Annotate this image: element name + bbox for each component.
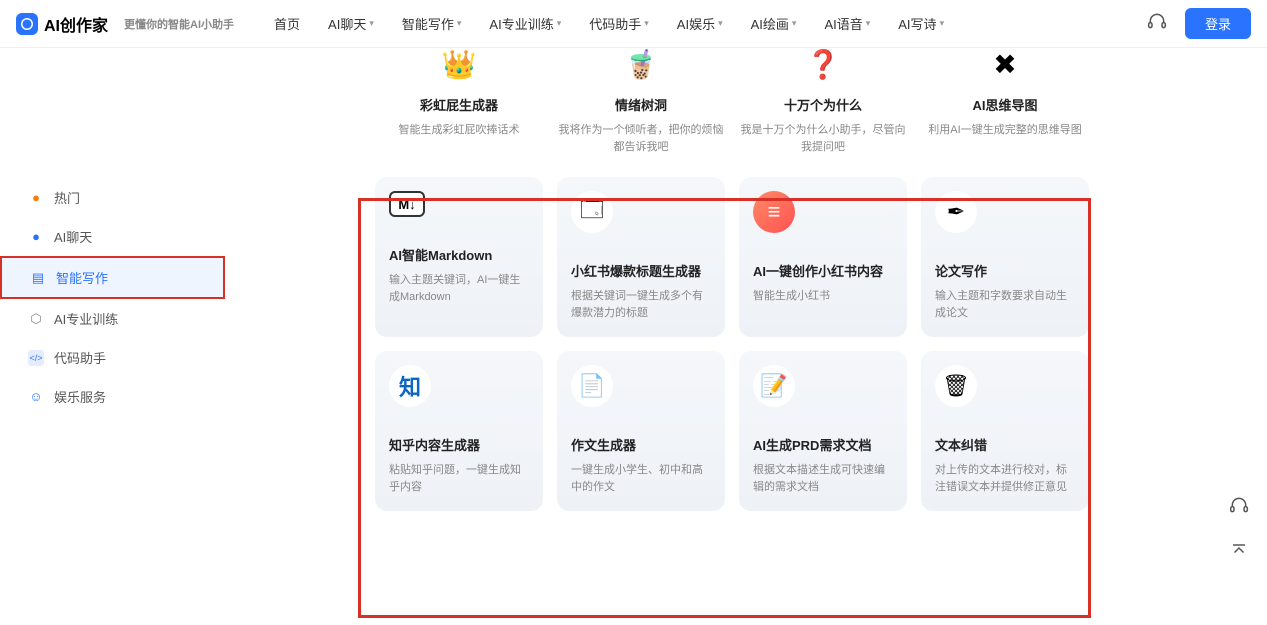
- float-buttons: [1225, 491, 1253, 565]
- sidebar-item-code[interactable]: </>代码助手: [0, 338, 225, 377]
- nav-writing[interactable]: 智能写作▾: [402, 14, 462, 33]
- card-redbook-content[interactable]: ≡ AI一键创作小红书内容 智能生成小红书: [739, 177, 907, 337]
- pen-icon: ✒: [935, 191, 977, 233]
- markdown-icon: M↓: [389, 191, 425, 217]
- smile-icon: ☺: [28, 389, 44, 405]
- nav-home[interactable]: 首页: [274, 14, 300, 33]
- top-partial-row: 👑 彩虹屁生成器 智能生成彩虹屁吹捧话术 🧋 情绪树洞 我将作为一个倾听者，把你…: [235, 48, 1257, 155]
- card-why[interactable]: ❓ 十万个为什么 我是十万个为什么小助手，尽管向我提问吧: [739, 48, 907, 155]
- card-correction[interactable]: 🗑 文本纠错 对上传的文本进行校对，标注错误文本并提供修正意见: [921, 351, 1089, 511]
- sidebar-item-hot[interactable]: ●热门: [0, 178, 225, 217]
- sidebar-item-entertain[interactable]: ☺娱乐服务: [0, 377, 225, 416]
- login-button[interactable]: 登录: [1185, 8, 1251, 39]
- card-rainbow[interactable]: 👑 彩虹屁生成器 智能生成彩虹屁吹捧话术: [375, 48, 543, 155]
- cup-icon: 🧋: [557, 48, 725, 81]
- sidebar-item-training[interactable]: ⬡AI专业训练: [0, 299, 225, 338]
- zhihu-icon: 知: [389, 365, 431, 407]
- logo-icon: [16, 13, 38, 35]
- chevron-down-icon: ▾: [369, 18, 374, 29]
- fire-icon: ●: [28, 190, 44, 206]
- chevron-down-icon: ▾: [866, 18, 871, 29]
- brand-name: AI创作家: [44, 12, 108, 36]
- nav-poetry[interactable]: AI写诗▾: [898, 14, 944, 33]
- nav-entertain[interactable]: AI娱乐▾: [677, 14, 723, 33]
- card-prd[interactable]: 📝 AI生成PRD需求文档 根据文本描述生成可快速编辑的需求文档: [739, 351, 907, 511]
- mindmap-icon: ✖: [921, 48, 1089, 81]
- support-float-button[interactable]: [1225, 491, 1253, 519]
- nav-voice[interactable]: AI语音▾: [824, 14, 870, 33]
- logo[interactable]: AI创作家 更懂你的智能AI小助手: [16, 12, 234, 36]
- brand-slogan: 更懂你的智能AI小助手: [124, 16, 234, 32]
- sidebar: ●热门 ●AI聊天 ▤智能写作 ⬡AI专业训练 </>代码助手 ☺娱乐服务: [0, 48, 225, 625]
- error-doc-icon: 🗑: [935, 365, 977, 407]
- top-nav: 首页 AI聊天▾ 智能写作▾ AI专业训练▾ 代码助手▾ AI娱乐▾ AI绘画▾…: [274, 14, 944, 33]
- window-icon: 🗔: [571, 191, 613, 233]
- card-essay[interactable]: 📄 作文生成器 一键生成小学生、初中和高中的作文: [557, 351, 725, 511]
- writing-grid: M↓ AI智能Markdown 输入主题关键词，AI一键生成Markdown 🗔…: [235, 177, 1257, 511]
- rainbow-icon: 👑: [375, 48, 543, 81]
- card-redbook-title[interactable]: 🗔 小红书爆款标题生成器 根据关键词一键生成多个有爆款潜力的标题: [557, 177, 725, 337]
- book-icon: ≡: [753, 191, 795, 233]
- card-zhihu[interactable]: 知 知乎内容生成器 粘贴知乎问题，一键生成知乎内容: [375, 351, 543, 511]
- question-icon: ❓: [739, 48, 907, 81]
- chevron-down-icon: ▾: [792, 18, 797, 29]
- nav-training[interactable]: AI专业训练▾: [489, 14, 561, 33]
- card-emotion[interactable]: 🧋 情绪树洞 我将作为一个倾听者，把你的烦恼都告诉我吧: [557, 48, 725, 155]
- main: ●热门 ●AI聊天 ▤智能写作 ⬡AI专业训练 </>代码助手 ☺娱乐服务 👑 …: [0, 48, 1267, 625]
- chevron-down-icon: ▾: [940, 18, 945, 29]
- nav-code[interactable]: 代码助手▾: [589, 14, 649, 33]
- content: 👑 彩虹屁生成器 智能生成彩虹屁吹捧话术 🧋 情绪树洞 我将作为一个倾听者，把你…: [225, 48, 1267, 625]
- card-markdown[interactable]: M↓ AI智能Markdown 输入主题关键词，AI一键生成Markdown: [375, 177, 543, 337]
- top-right: 登录: [1147, 8, 1251, 39]
- support-icon[interactable]: [1147, 11, 1167, 36]
- chevron-down-icon: ▾: [457, 18, 462, 29]
- chat-icon: ●: [28, 229, 44, 245]
- card-mindmap[interactable]: ✖ AI思维导图 利用AI一键生成完整的思维导图: [921, 48, 1089, 155]
- sidebar-item-writing[interactable]: ▤智能写作: [0, 256, 225, 299]
- doc-icon: 📄: [571, 365, 613, 407]
- edit-icon: ▤: [30, 270, 46, 286]
- prd-icon: 📝: [753, 365, 795, 407]
- gear-icon: ⬡: [28, 311, 44, 327]
- top-bar: AI创作家 更懂你的智能AI小助手 首页 AI聊天▾ 智能写作▾ AI专业训练▾…: [0, 0, 1267, 48]
- back-to-top-button[interactable]: [1225, 537, 1253, 565]
- chevron-down-icon: ▾: [644, 18, 649, 29]
- sidebar-item-chat[interactable]: ●AI聊天: [0, 217, 225, 256]
- code-icon: </>: [28, 350, 44, 366]
- nav-paint[interactable]: AI绘画▾: [751, 14, 797, 33]
- card-thesis[interactable]: ✒ 论文写作 输入主题和字数要求自动生成论文: [921, 177, 1089, 337]
- chevron-down-icon: ▾: [557, 18, 562, 29]
- nav-chat[interactable]: AI聊天▾: [328, 14, 374, 33]
- chevron-down-icon: ▾: [718, 18, 723, 29]
